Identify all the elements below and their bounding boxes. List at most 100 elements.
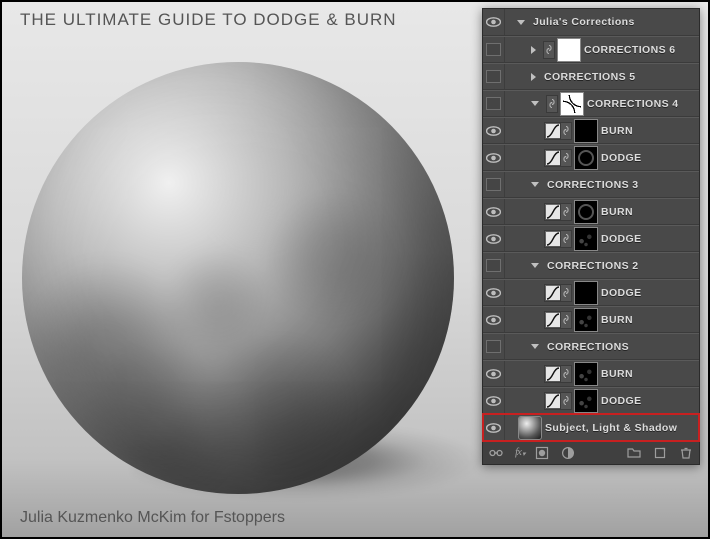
visibility-toggle[interactable] xyxy=(483,9,505,35)
eye-icon xyxy=(486,207,501,217)
visibility-toggle[interactable] xyxy=(483,64,505,89)
layer-adjustment[interactable]: DODGE xyxy=(483,225,699,252)
layer-group[interactable]: CORRECTIONS 4 xyxy=(483,90,699,117)
eye-icon xyxy=(486,153,501,163)
chevron-down-icon[interactable] xyxy=(531,101,539,106)
layer-label: DODGE xyxy=(601,395,642,407)
layer-label: Subject, Light & Shadow xyxy=(545,422,677,434)
layer-mask-thumbnail[interactable] xyxy=(575,363,597,385)
curves-adjustment-icon[interactable] xyxy=(545,204,561,220)
chevron-down-icon[interactable] xyxy=(531,263,539,268)
layer-label: CORRECTIONS 5 xyxy=(544,71,636,83)
chevron-down-icon[interactable] xyxy=(517,20,525,25)
mask-icon[interactable] xyxy=(535,446,549,460)
eye-icon xyxy=(486,288,501,298)
layer-label: CORRECTIONS xyxy=(547,341,629,353)
layer-mask-thumbnail[interactable] xyxy=(575,390,597,412)
layer-mask-thumbnail[interactable] xyxy=(558,39,580,61)
link-icon[interactable] xyxy=(561,150,571,166)
eye-icon xyxy=(486,423,501,433)
visibility-toggle[interactable] xyxy=(483,415,505,440)
visibility-toggle[interactable] xyxy=(483,118,505,143)
link-icon[interactable] xyxy=(561,393,571,409)
visibility-toggle[interactable] xyxy=(483,226,505,251)
chevron-right-icon[interactable] xyxy=(531,73,536,81)
layer-thumbnail[interactable] xyxy=(519,417,541,439)
adjustment-icon[interactable] xyxy=(561,446,575,460)
layer-label: CORRECTIONS 4 xyxy=(587,98,679,110)
group-icon[interactable] xyxy=(627,446,641,460)
curves-adjustment-icon[interactable] xyxy=(545,285,561,301)
eye-icon xyxy=(486,17,501,27)
layer-adjustment[interactable]: DODGE xyxy=(483,279,699,306)
new-layer-icon[interactable] xyxy=(653,446,667,460)
curves-adjustment-icon[interactable] xyxy=(545,231,561,247)
layer-label: DODGE xyxy=(601,287,642,299)
layer-adjustment[interactable]: BURN xyxy=(483,117,699,144)
link-icon[interactable] xyxy=(561,204,571,220)
layer-label: CORRECTIONS 6 xyxy=(584,44,676,56)
layer-mask-thumbnail[interactable] xyxy=(561,93,583,115)
curves-adjustment-icon[interactable] xyxy=(545,312,561,328)
layer-subject[interactable]: Subject, Light & Shadow xyxy=(483,414,699,441)
layer-group[interactable]: CORRECTIONS 3 xyxy=(483,171,699,198)
layer-mask-thumbnail[interactable] xyxy=(575,282,597,304)
layer-group[interactable]: CORRECTIONS xyxy=(483,333,699,360)
trash-icon[interactable] xyxy=(679,446,693,460)
layer-mask-thumbnail[interactable] xyxy=(575,201,597,223)
curves-adjustment-icon[interactable] xyxy=(545,123,561,139)
visibility-toggle[interactable] xyxy=(483,334,505,359)
layer-mask-thumbnail[interactable] xyxy=(575,228,597,250)
eye-icon xyxy=(486,126,501,136)
link-icon[interactable] xyxy=(561,123,571,139)
eye-icon xyxy=(486,369,501,379)
layer-group[interactable]: CORRECTIONS 6 xyxy=(483,36,699,63)
visibility-toggle[interactable] xyxy=(483,253,505,278)
link-icon[interactable] xyxy=(489,446,503,460)
layer-mask-thumbnail[interactable] xyxy=(575,147,597,169)
layer-group[interactable]: CORRECTIONS 5 xyxy=(483,63,699,90)
visibility-toggle[interactable] xyxy=(483,361,505,386)
visibility-toggle[interactable] xyxy=(483,172,505,197)
layer-adjustment[interactable]: BURN xyxy=(483,198,699,225)
layer-adjustment[interactable]: BURN xyxy=(483,360,699,387)
layer-group[interactable]: Julia's Corrections xyxy=(483,9,699,36)
eye-icon xyxy=(486,234,501,244)
fx-icon[interactable]: fx▾ xyxy=(515,446,523,458)
layer-mask-thumbnail[interactable] xyxy=(575,120,597,142)
link-icon[interactable] xyxy=(561,285,571,301)
sphere-subject xyxy=(22,62,454,494)
link-icon[interactable] xyxy=(561,366,571,382)
layer-adjustment[interactable]: DODGE xyxy=(483,387,699,414)
render-scene xyxy=(2,2,482,537)
chevron-down-icon[interactable] xyxy=(531,344,539,349)
visibility-toggle[interactable] xyxy=(483,145,505,170)
link-icon[interactable] xyxy=(561,312,571,328)
layer-adjustment[interactable]: DODGE xyxy=(483,144,699,171)
layer-group[interactable]: CORRECTIONS 2 xyxy=(483,252,699,279)
link-icon[interactable] xyxy=(561,231,571,247)
curves-adjustment-icon[interactable] xyxy=(545,393,561,409)
layers-panel: Julia's Corrections CORRECTIONS 6 CORRECTI… xyxy=(482,8,700,465)
visibility-toggle[interactable] xyxy=(483,91,505,116)
eye-icon xyxy=(486,396,501,406)
layer-label: Julia's Corrections xyxy=(533,16,635,28)
curves-adjustment-icon[interactable] xyxy=(545,366,561,382)
visibility-toggle[interactable] xyxy=(483,199,505,224)
layer-mask-thumbnail[interactable] xyxy=(575,309,597,331)
layer-label: CORRECTIONS 2 xyxy=(547,260,639,272)
chevron-right-icon[interactable] xyxy=(531,46,536,54)
eye-icon xyxy=(486,315,501,325)
chevron-down-icon[interactable] xyxy=(531,182,539,187)
link-icon[interactable] xyxy=(544,42,554,58)
curves-adjustment-icon[interactable] xyxy=(545,150,561,166)
layer-label: BURN xyxy=(601,206,633,218)
link-icon[interactable] xyxy=(547,96,557,112)
visibility-toggle[interactable] xyxy=(483,280,505,305)
visibility-toggle[interactable] xyxy=(483,37,505,62)
layer-label: DODGE xyxy=(601,233,642,245)
visibility-toggle[interactable] xyxy=(483,388,505,413)
visibility-toggle[interactable] xyxy=(483,307,505,332)
layer-label: DODGE xyxy=(601,152,642,164)
layer-adjustment[interactable]: BURN xyxy=(483,306,699,333)
